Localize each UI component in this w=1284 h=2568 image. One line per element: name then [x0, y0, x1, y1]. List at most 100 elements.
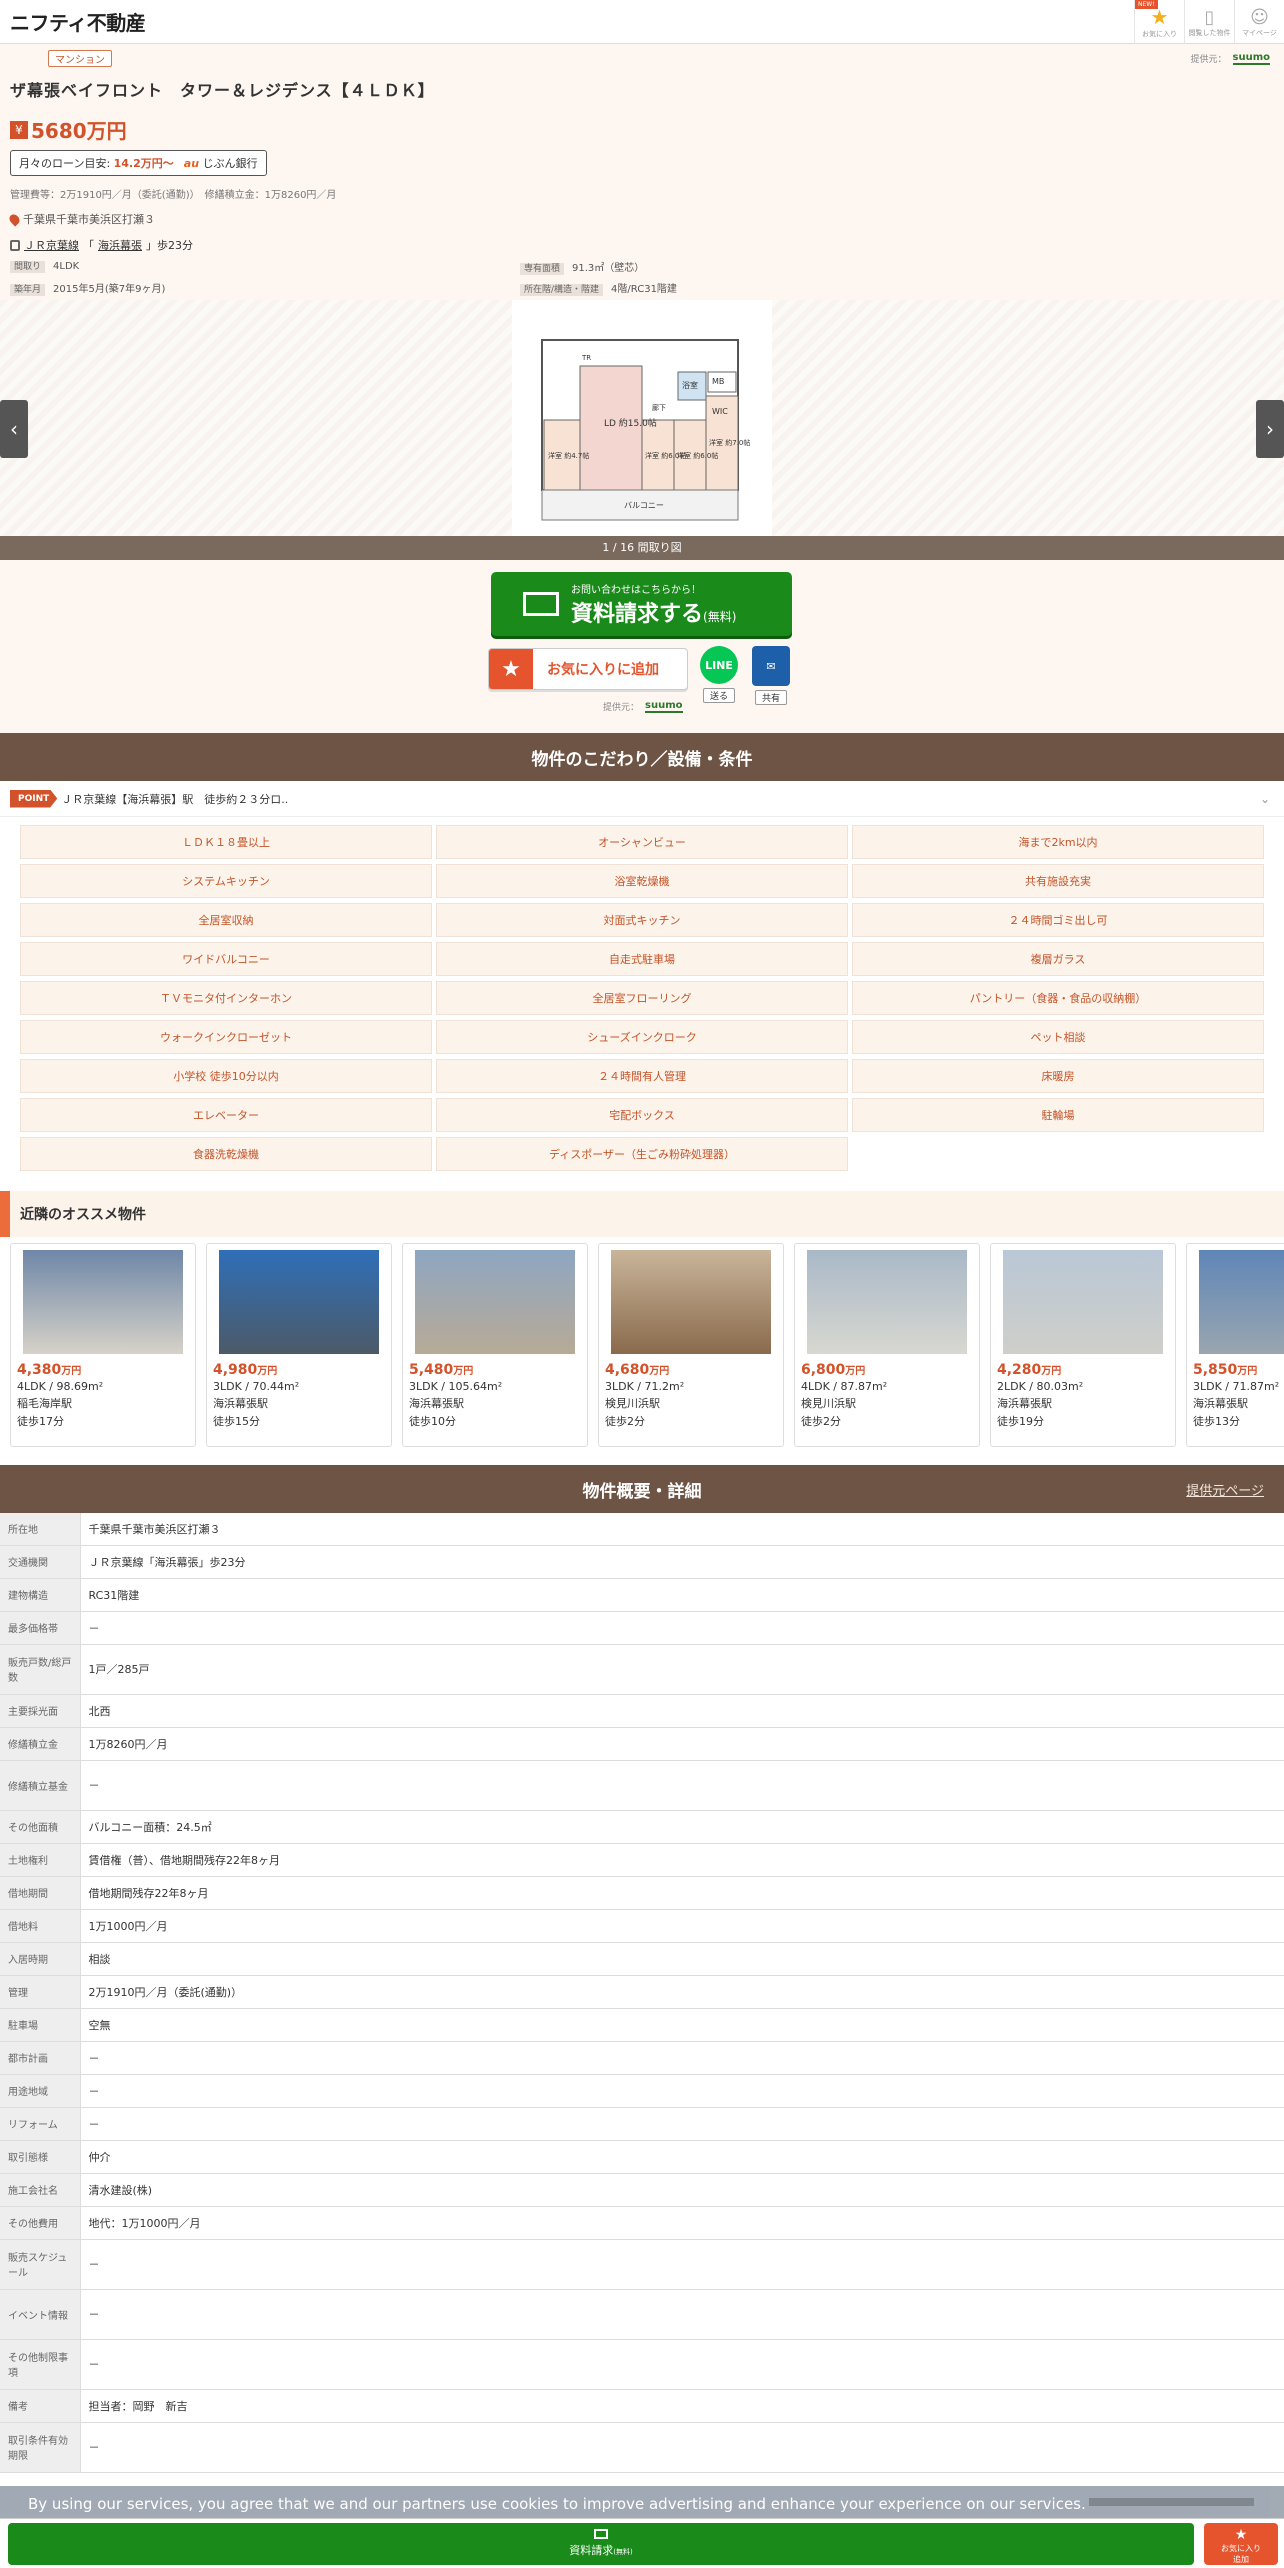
feature-tag[interactable]: シューズインクローク — [436, 1020, 848, 1054]
detail-value: － — [80, 2041, 1284, 2075]
new-badge: NEW! — [1135, 0, 1158, 9]
feature-tag[interactable]: 床暖房 — [852, 1059, 1264, 1093]
nearby-property-card[interactable]: 6,800万円 4LDK / 87.87m² 検見川浜駅 徒歩2分 — [794, 1243, 980, 1447]
nearby-property-card[interactable]: 4,680万円 3LDK / 71.2m² 検見川浜駅 徒歩2分 — [598, 1243, 784, 1447]
feature-tag[interactable]: エレベーター — [20, 1098, 432, 1132]
detail-key: その他面積 — [0, 1810, 81, 1844]
nearby-carousel[interactable]: 4,380万円 4LDK / 98.69m² 稲毛海岸駅 徒歩17分 4,980万円 3L… — [0, 1237, 1284, 1465]
detail-value: 2万1910円／月（委託(通勤)） — [80, 1975, 1284, 2009]
feature-tag[interactable]: ディスポーザー（生ごみ粉砕処理器） — [436, 1137, 848, 1171]
footer-favorite-button[interactable]: ★ お気に入り 追加 — [1204, 2523, 1278, 2565]
detail-key: 都市計画 — [0, 2041, 81, 2075]
detail-value: 千葉県千葉市美浜区打瀬３ — [80, 1513, 1284, 1546]
detail-key: 取引条件有効期限 — [0, 2422, 81, 2473]
station-name-link[interactable]: 海浜幕張 — [98, 237, 142, 253]
detail-row: その他費用 地代：1万1000円／月 — [0, 2206, 1284, 2240]
property-summary: マンション 提供元： suumo ザ幕張ベイフロント タワー＆レジデンス【４ＬＤ… — [0, 44, 1284, 300]
property-photo — [415, 1250, 575, 1354]
feature-tag[interactable]: 全居室フローリング — [436, 981, 848, 1015]
nearby-property-card[interactable]: 5,480万円 3LDK / 105.64m² 海浜幕張駅 徒歩10分 — [402, 1243, 588, 1447]
feature-tag[interactable]: 複層ガラス — [852, 942, 1264, 976]
feature-tag[interactable]: オーシャンビュー — [436, 825, 848, 859]
detail-value: － — [80, 2289, 1284, 2340]
card-walk: 徒歩2分 — [605, 1415, 645, 1428]
features-heading: 物件のこだわり／設備・条件 — [0, 733, 1284, 781]
favorites-button[interactable]: NEW! ★ お気に入り — [1134, 0, 1184, 44]
footer-favorite-label-2: 追加 — [1233, 2555, 1249, 2564]
provider-page-link[interactable]: 提供元ページ — [1186, 1480, 1264, 1499]
detail-value: － — [80, 2239, 1284, 2290]
feature-tag[interactable]: 宅配ボックス — [436, 1098, 848, 1132]
add-favorite-button[interactable]: ★ お気に入りに追加 — [488, 648, 688, 690]
history-button[interactable]: ▯ 閲覧した物件 — [1184, 0, 1234, 44]
detail-key: 販売スケジュール — [0, 2239, 81, 2290]
station-line-link[interactable]: ＪＲ京葉線 — [24, 237, 79, 253]
footer-request-button[interactable]: 資料請求(無料) — [8, 2523, 1194, 2565]
room-label: 浴室 — [682, 380, 698, 390]
card-walk: 徒歩13分 — [1193, 1415, 1240, 1428]
detail-value[interactable]: ＪＲ京葉線「海浜幕張」歩23分 — [80, 1545, 1284, 1579]
detail-value: 仲介 — [80, 2140, 1284, 2174]
feature-tag[interactable]: 小学校 徒歩10分以内 — [20, 1059, 432, 1093]
nearby-property-card[interactable]: 5,850万円 3LDK / 71.87m² 海浜幕張駅 徒歩13分 — [1186, 1243, 1284, 1447]
mail-share-button[interactable]: ✉ 共有 — [752, 646, 790, 705]
image-gallery[interactable]: LD 約15.0帖 洋室 約4.7帖 洋室 約6.0帖 洋室 約6.0帖 洋室 … — [0, 300, 1284, 536]
card-price: 5,850万円 — [1193, 1362, 1284, 1378]
card-price-value: 4,380 — [17, 1362, 62, 1378]
gallery-prev-button[interactable]: ‹ — [0, 400, 28, 458]
chevron-down-icon[interactable]: ⌄ — [1260, 792, 1270, 806]
point-row[interactable]: POINT ＪＲ京葉線【海浜幕張】駅 徒歩約２３分ロ.. ⌄ — [0, 781, 1284, 817]
feature-tag[interactable]: ワイドバルコニー — [20, 942, 432, 976]
cookie-accept-button[interactable] — [1089, 2498, 1254, 2506]
feature-tag[interactable]: 全居室収納 — [20, 903, 432, 937]
gallery-next-button[interactable]: › — [1256, 400, 1284, 458]
card-price: 4,680万円 — [605, 1362, 777, 1378]
detail-key: 借地期間 — [0, 1876, 81, 1910]
request-info-button[interactable]: お問い合わせはこちらから！ 資料請求する(無料) — [491, 572, 792, 636]
card-price: 4,380万円 — [17, 1362, 189, 1378]
feature-tag[interactable]: ウォークインクローゼット — [20, 1020, 432, 1054]
detail-key: 用途地域 — [0, 2074, 81, 2108]
card-price: 6,800万円 — [801, 1362, 973, 1378]
feature-tag[interactable]: ２４時間有人管理 — [436, 1059, 848, 1093]
loan-estimate-button[interactable]: 月々のローン目安: 14.2万円〜 au じぶん銀行 — [10, 150, 267, 176]
footer-request-free: (無料) — [613, 2548, 633, 2556]
header-icon-group: NEW! ★ お気に入り ▯ 閲覧した物件 ☺ マイページ — [1134, 0, 1284, 44]
mypage-button[interactable]: ☺ マイページ — [1234, 0, 1284, 44]
feature-tag[interactable]: 駐輪場 — [852, 1098, 1264, 1132]
spec-item: 専有面積 91.3㎡（壁芯） — [520, 259, 1020, 275]
favorite-label: お気に入りに追加 — [547, 662, 659, 678]
floorplan-image[interactable]: LD 約15.0帖 洋室 約4.7帖 洋室 約6.0帖 洋室 約6.0帖 洋室 … — [512, 300, 772, 536]
nearby-property-card[interactable]: 4,280万円 2LDK / 80.03m² 海浜幕張駅 徒歩19分 — [990, 1243, 1176, 1447]
detail-row: 交通機関 ＪＲ京葉線「海浜幕張」歩23分 — [0, 1545, 1284, 1579]
detail-key: イベント情報 — [0, 2289, 81, 2340]
feature-tag[interactable]: 共有施設充実 — [852, 864, 1264, 898]
line-icon: LINE — [700, 646, 738, 684]
detail-key: 最多価格帯 — [0, 1611, 81, 1645]
detail-row: 建物構造 RC31階建 — [0, 1578, 1284, 1612]
feature-tag[interactable]: ＴＶモニタ付インターホン — [20, 981, 432, 1015]
nearby-heading: 近隣のオススメ物件 — [0, 1191, 1284, 1237]
feature-tag[interactable]: 対面式キッチン — [436, 903, 848, 937]
feature-grid: ＬＤＫ１８畳以上 オーシャンビュー 海まで2km以内システムキッチン 浴室乾燥機 共有施… — [0, 817, 1284, 1181]
feature-tag[interactable]: 浴室乾燥機 — [436, 864, 848, 898]
feature-tag[interactable]: 食器洗乾燥機 — [20, 1137, 432, 1171]
nearby-property-card[interactable]: 4,380万円 4LDK / 98.69m² 稲毛海岸駅 徒歩17分 — [10, 1243, 196, 1447]
card-price-unit: 万円 — [1041, 1366, 1062, 1377]
spec-value: 91.3㎡（壁芯） — [572, 263, 645, 274]
line-share-button[interactable]: LINE 送る — [700, 646, 738, 703]
feature-tag[interactable]: 自走式駐車場 — [436, 942, 848, 976]
card-price-unit: 万円 — [257, 1366, 278, 1377]
detail-key: 備考 — [0, 2389, 81, 2423]
feature-tag[interactable]: パントリー（食器・食品の収納棚） — [852, 981, 1264, 1015]
feature-tag[interactable]: システムキッチン — [20, 864, 432, 898]
feature-tag[interactable]: ペット相談 — [852, 1020, 1264, 1054]
feature-tag[interactable]: ＬＤＫ１８畳以上 — [20, 825, 432, 859]
feature-tag[interactable]: ２４時間ゴミ出し可 — [852, 903, 1264, 937]
nearby-property-card[interactable]: 4,980万円 3LDK / 70.44m² 海浜幕張駅 徒歩15分 — [206, 1243, 392, 1447]
mypage-label: マイページ — [1242, 28, 1277, 37]
feature-tag[interactable]: 海まで2km以内 — [852, 825, 1264, 859]
yen-icon: ¥ — [10, 120, 28, 139]
site-logo[interactable]: ニフティ不動産 — [10, 7, 146, 36]
point-badge: POINT — [10, 789, 58, 808]
